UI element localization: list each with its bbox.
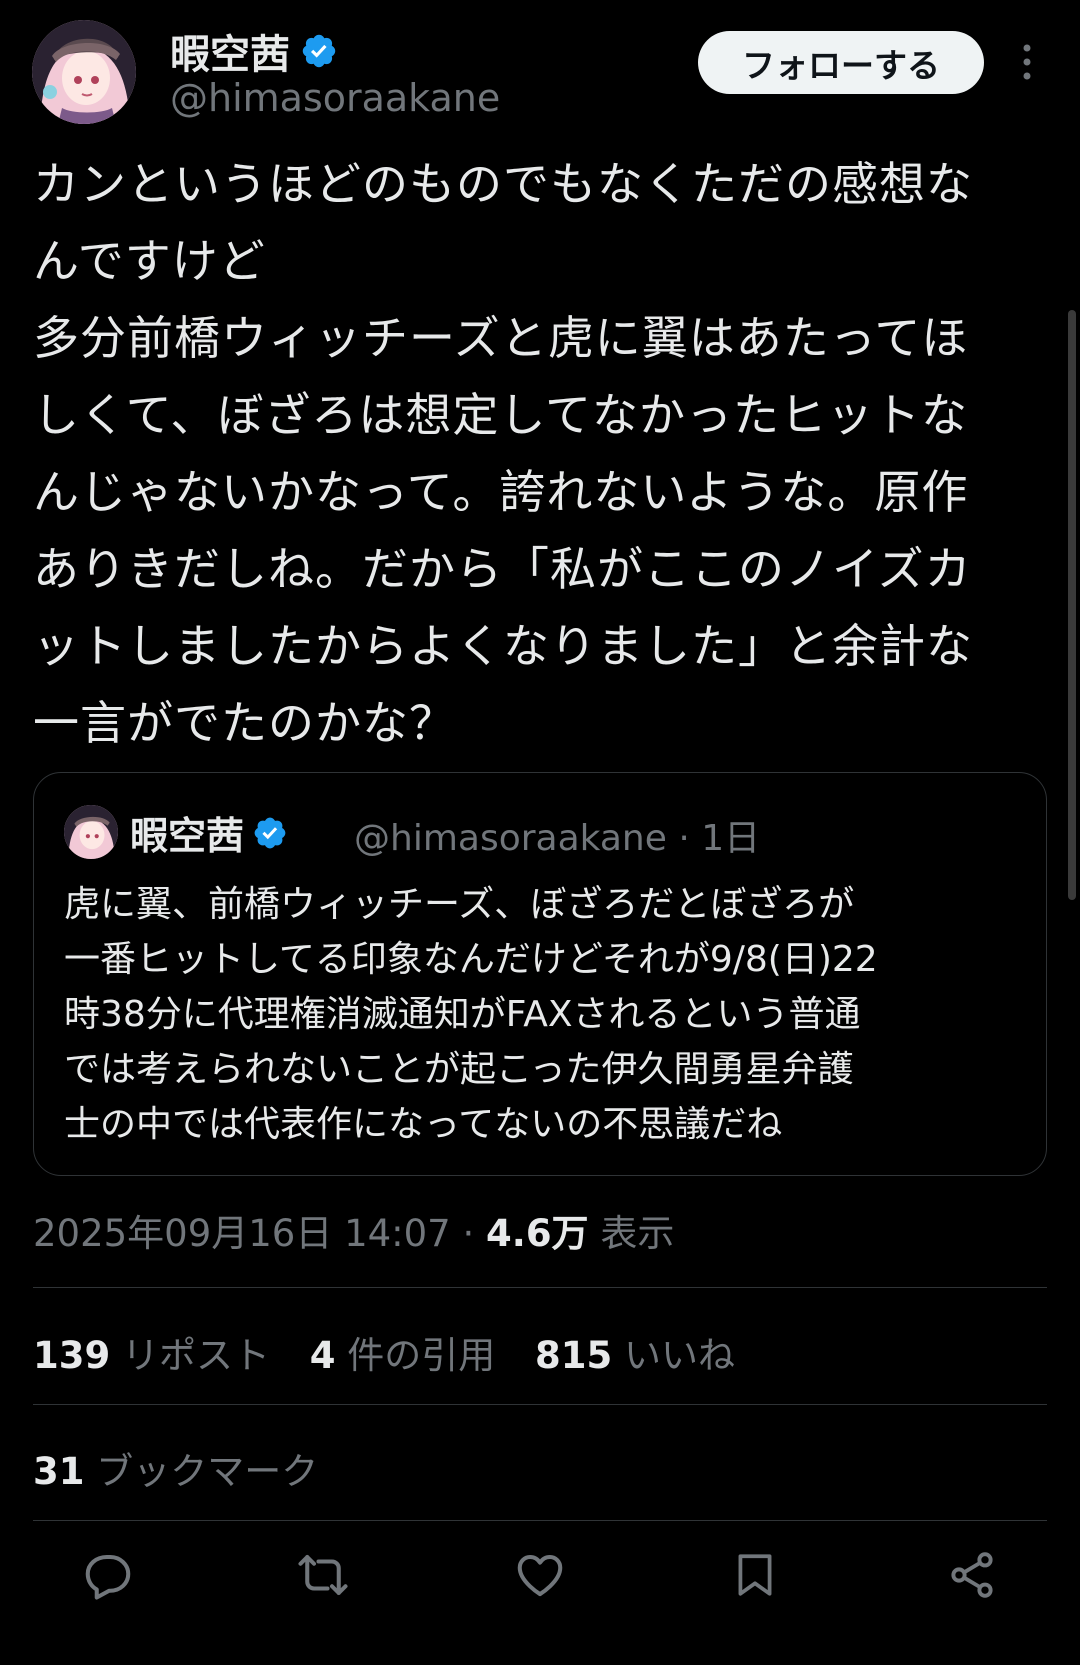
tweet-line: 一言がでたのかな？ xyxy=(33,696,456,750)
tweet-line: ありきだしね。だから「私がここのノイズカ xyxy=(33,542,972,596)
quoted-tweet-line: 時38分に代理権消滅通知がFAXされるという普通 xyxy=(64,994,861,1035)
tweet-line: んじゃないかなって。誇れないような。原作 xyxy=(33,465,969,519)
reposts-count: 139 xyxy=(33,1334,111,1377)
quoted-tweet-line: では考えられないことが起こった伊久間勇星弁護 xyxy=(64,1049,854,1090)
author-handle[interactable]: @himasoraakane xyxy=(170,76,500,120)
scrollbar[interactable] xyxy=(1068,310,1076,900)
quoted-tweet-line: 一番ヒットしてる印象なんだけどそれが9/8(日)22 xyxy=(64,939,878,980)
quoted-tweet-line: 虎に翼、前橋ウィッチーズ、ぼざろだとぼざろが xyxy=(64,884,855,925)
divider xyxy=(33,1520,1047,1521)
tweet-timestamp[interactable]: 2025年09月16日 14:07 xyxy=(33,1212,451,1255)
reposts-stat[interactable]: 139 リポスト xyxy=(33,1334,270,1377)
divider xyxy=(33,1404,1047,1405)
reposts-label: リポスト xyxy=(110,1334,270,1377)
repost-icon xyxy=(298,1554,348,1596)
more-options-button[interactable] xyxy=(1012,42,1042,82)
quoted-author-avatar xyxy=(64,805,118,859)
bookmarks-count: 31 xyxy=(33,1450,85,1493)
author-display-name[interactable]: 暇空茜 xyxy=(170,22,338,80)
quotes-count: 4 xyxy=(309,1334,336,1377)
more-vertical-icon xyxy=(1023,44,1031,80)
likes-label: いいね xyxy=(612,1334,736,1377)
like-icon xyxy=(517,1554,563,1597)
tweet-meta: 2025年09月16日 14:07 · 4.6万 表示 xyxy=(33,1203,674,1257)
bookmark-button[interactable] xyxy=(725,1545,785,1605)
quotes-label: 件の引用 xyxy=(335,1334,496,1377)
views-count: 4.6万 xyxy=(486,1212,589,1255)
tweet-line: んですけど xyxy=(33,234,266,288)
views-label: 表示 xyxy=(588,1212,675,1255)
quoted-author-name: 暇空茜 xyxy=(130,805,288,860)
tweet-line: 多分前橋ウィッチーズと虎に翼はあたってほ xyxy=(33,311,969,365)
quoted-tweet-line: 士の中では代表作になってないの不思議だね xyxy=(64,1104,783,1145)
divider xyxy=(33,1287,1047,1288)
tweet-line: ットしましたからよくなりました」と余計な xyxy=(33,619,973,673)
verified-badge-icon xyxy=(302,34,336,68)
tweet-line: カンというほどのものでもなくただの感想な xyxy=(33,157,973,211)
tweet-line: しくて、ぼざろは想定してなかったヒットな xyxy=(33,388,968,442)
likes-count: 815 xyxy=(535,1334,613,1377)
author-name-text: 暇空茜 xyxy=(170,32,290,78)
quoted-tweet-card[interactable]: 暇空茜 @himasoraakane · 1日 虎に翼、前橋ウィッチーズ、ぼざろ… xyxy=(33,772,1047,1176)
reply-button[interactable] xyxy=(78,1545,138,1605)
share-button[interactable] xyxy=(942,1545,1002,1605)
likes-stat[interactable]: 815 いいね xyxy=(535,1334,735,1377)
share-icon xyxy=(951,1552,993,1598)
quoted-author-name-text: 暇空茜 xyxy=(130,814,245,858)
avatar-illustration-icon xyxy=(32,20,136,124)
author-avatar[interactable] xyxy=(32,20,136,124)
bookmarks-label: ブックマーク xyxy=(84,1450,319,1493)
bookmark-icon xyxy=(738,1554,772,1596)
reply-icon xyxy=(85,1554,131,1600)
bookmarks-stat[interactable]: 31 ブックマーク xyxy=(33,1441,318,1495)
engagement-stats: 139 リポスト 4 件の引用 815 いいね xyxy=(33,1325,763,1379)
follow-button[interactable]: フォローする xyxy=(698,31,984,94)
repost-button[interactable] xyxy=(293,1545,353,1605)
quotes-stat[interactable]: 4 件の引用 xyxy=(310,1334,496,1377)
tweet-body: カンというほどのものでもなくただの感想な んですけど 多分前橋ウィッチーズと虎に… xyxy=(33,146,1043,762)
verified-badge-icon xyxy=(254,817,286,848)
quoted-tweet-body: 虎に翼、前橋ウィッチーズ、ぼざろだとぼざろが 一番ヒットしてる印象なんだけどそれ… xyxy=(64,877,1024,1152)
tweet-header: 暇空茜 @himasoraakane フォローする xyxy=(0,0,1080,140)
quoted-author-handle-time: @himasoraakane · 1日 xyxy=(354,818,761,859)
avatar-illustration-icon xyxy=(64,805,118,859)
like-button[interactable] xyxy=(510,1545,570,1605)
meta-separator: · xyxy=(450,1212,487,1255)
action-bar xyxy=(0,1545,1080,1625)
